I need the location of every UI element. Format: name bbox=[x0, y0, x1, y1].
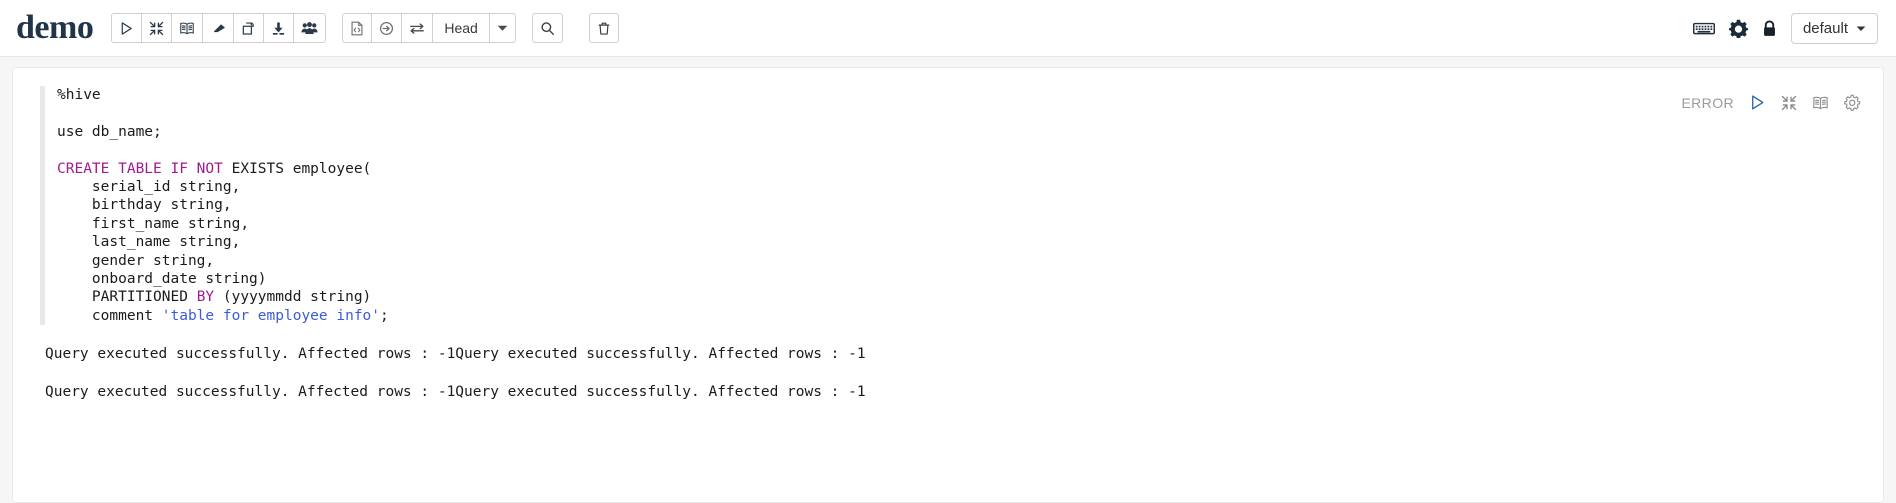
code-editor[interactable]: %hive use db_name; CREATE TABLE IF NOT E… bbox=[13, 86, 1883, 326]
paragraph-output: Query executed successfully. Affected ro… bbox=[13, 325, 1883, 401]
keyboard-shortcuts-icon[interactable] bbox=[1692, 21, 1715, 36]
code-text: gender string, bbox=[57, 252, 215, 269]
gear-icon bbox=[1844, 94, 1861, 111]
code-content[interactable]: %hive use db_name; CREATE TABLE IF NOT E… bbox=[45, 86, 389, 325]
permissions-lock-icon[interactable] bbox=[1762, 19, 1777, 37]
code-line: CREATE TABLE IF NOT EXISTS employee( bbox=[57, 160, 389, 178]
run-all-paragraphs-button[interactable] bbox=[111, 13, 142, 43]
permissions-button[interactable] bbox=[293, 13, 327, 43]
eraser-icon bbox=[214, 23, 226, 32]
code-line: last_name string, bbox=[57, 233, 389, 251]
code-view-button[interactable] bbox=[342, 13, 372, 43]
notebook-title: demo bbox=[16, 9, 94, 46]
paragraph-controls: ERROR bbox=[1681, 94, 1861, 111]
code-text: last_name string, bbox=[57, 234, 241, 251]
code-line: comment 'table for employee info'; bbox=[57, 307, 389, 325]
keyboard-icon bbox=[1692, 22, 1715, 34]
code-text: EXISTS employee( bbox=[222, 160, 372, 177]
settings-icon[interactable] bbox=[1728, 19, 1748, 38]
code-line: gender string, bbox=[57, 252, 389, 270]
code-text: PARTITIONED bbox=[57, 289, 197, 306]
code-line: onboard_date string) bbox=[57, 270, 389, 288]
show-hide-code-button[interactable] bbox=[171, 13, 203, 43]
trash-icon bbox=[598, 22, 610, 35]
sql-string: 'table for employee info' bbox=[161, 307, 381, 324]
header-right-icons bbox=[1692, 19, 1777, 38]
notebook-actions-group bbox=[111, 13, 327, 43]
output-line: Query executed successfully. Affected ro… bbox=[45, 346, 866, 363]
search-icon bbox=[541, 21, 554, 35]
collapse-arrows-icon bbox=[150, 21, 164, 35]
code-text: use db_name; bbox=[57, 123, 162, 140]
play-icon bbox=[122, 21, 133, 35]
code-line: %hive bbox=[57, 86, 389, 104]
delete-notebook-button[interactable] bbox=[588, 13, 619, 43]
code-text: serial_id string, bbox=[57, 179, 241, 196]
caret-down-icon bbox=[497, 25, 508, 31]
lock-icon bbox=[1764, 19, 1775, 36]
code-text: ; bbox=[380, 307, 389, 324]
caret-down-icon bbox=[1856, 26, 1866, 31]
paragraph-status-badge: ERROR bbox=[1681, 94, 1734, 111]
notebook-card: ERROR %hive use db_name; CREATE TABLE IF… bbox=[12, 67, 1884, 503]
circle-arrow-right-icon bbox=[380, 21, 394, 35]
trash-group bbox=[588, 13, 619, 43]
code-text: onboard_date string) bbox=[57, 271, 267, 288]
code-text: first_name string, bbox=[57, 215, 250, 232]
clear-output-button[interactable] bbox=[202, 13, 234, 43]
paragraph: ERROR %hive use db_name; CREATE TABLE IF… bbox=[13, 68, 1883, 401]
gear-icon bbox=[1728, 19, 1748, 38]
code-text: birthday string, bbox=[57, 197, 232, 214]
commit-button[interactable] bbox=[371, 13, 402, 43]
code-text: comment bbox=[57, 307, 162, 324]
code-line: use db_name; bbox=[57, 123, 389, 141]
hide-output-button[interactable] bbox=[1812, 95, 1829, 111]
revision-compare-button[interactable] bbox=[401, 13, 433, 43]
paragraph-settings-button[interactable] bbox=[1844, 94, 1861, 111]
search-group bbox=[531, 13, 563, 43]
book-icon bbox=[180, 22, 195, 34]
top-navbar: demo Head default bbox=[0, 0, 1896, 57]
collapse-all-button[interactable] bbox=[141, 13, 172, 43]
clone-notebook-button[interactable] bbox=[233, 13, 264, 43]
revision-dropdown-toggle[interactable] bbox=[488, 13, 516, 43]
output-line: Query executed successfully. Affected ro… bbox=[45, 384, 866, 401]
revision-head-button[interactable]: Head bbox=[432, 13, 489, 43]
download-icon bbox=[273, 22, 285, 35]
code-text: %hive bbox=[57, 87, 101, 103]
swap-arrows-icon bbox=[410, 22, 425, 34]
code-line: PARTITIONED BY (yyyymmdd string) bbox=[57, 288, 389, 306]
run-paragraph-button[interactable] bbox=[1749, 94, 1766, 111]
hide-editor-button[interactable] bbox=[1781, 95, 1797, 111]
code-line: first_name string, bbox=[57, 215, 389, 233]
users-icon bbox=[301, 21, 318, 34]
version-control-group: Head bbox=[342, 13, 516, 43]
play-icon bbox=[1752, 95, 1764, 110]
code-line: birthday string, bbox=[57, 196, 389, 214]
search-button[interactable] bbox=[531, 13, 563, 43]
collapse-arrows-icon bbox=[1781, 95, 1797, 110]
code-file-icon bbox=[351, 21, 363, 35]
notebook-page: ERROR %hive use db_name; CREATE TABLE IF… bbox=[0, 57, 1896, 503]
interpreter-binding-dropdown[interactable]: default bbox=[1790, 12, 1878, 44]
sql-keyword: BY bbox=[196, 289, 215, 306]
book-icon bbox=[1813, 96, 1828, 109]
interpreter-binding-label: default bbox=[1802, 19, 1848, 37]
code-text: (yyyymmdd string) bbox=[214, 289, 372, 306]
sql-keyword: CREATE TABLE IF NOT bbox=[57, 160, 223, 177]
copy-icon bbox=[243, 21, 255, 35]
code-line: serial_id string, bbox=[57, 178, 389, 196]
export-notebook-button[interactable] bbox=[263, 13, 294, 43]
